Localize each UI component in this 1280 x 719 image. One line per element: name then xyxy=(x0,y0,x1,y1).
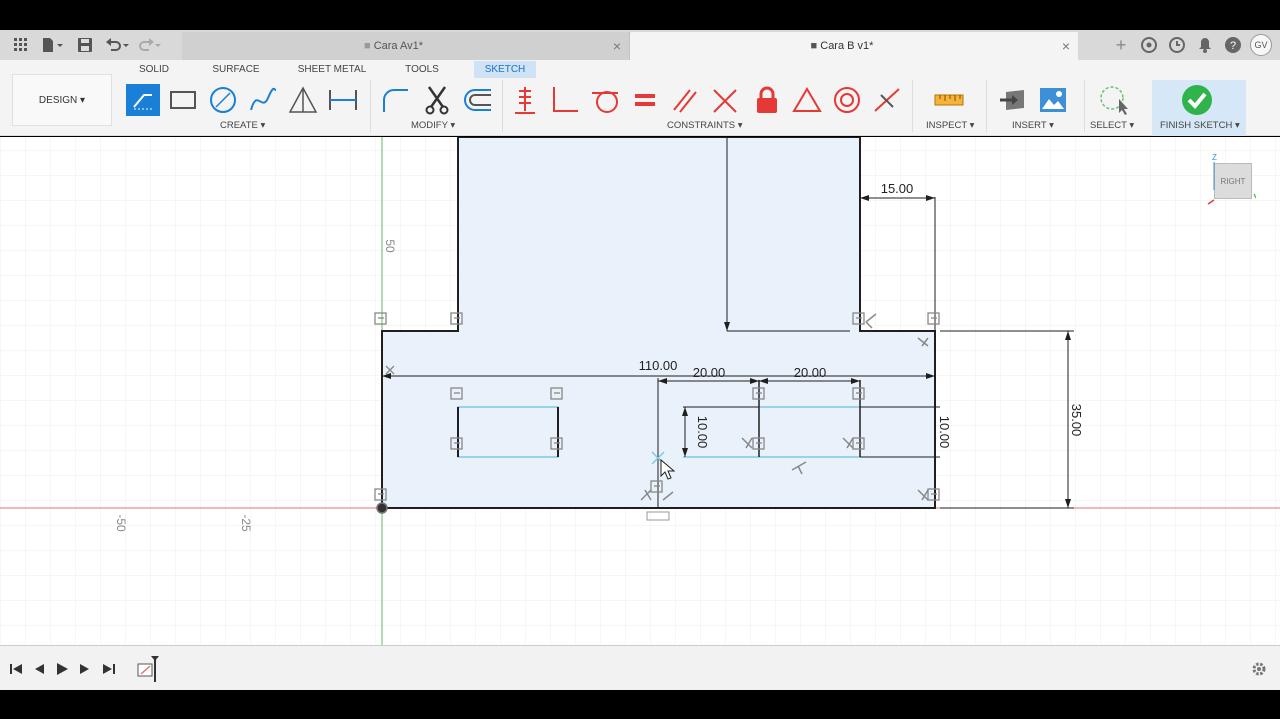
tab-sheet-metal[interactable]: SHEET METAL xyxy=(296,61,368,78)
sketch-canvas[interactable]: 110.00 20.00 20.00 15.00 10.00 10.00 35.… xyxy=(0,137,1280,645)
ruler-label-x-neg50: -50 xyxy=(114,514,128,532)
job-status-icon[interactable] xyxy=(1166,34,1188,56)
toolbar-separator xyxy=(370,80,371,132)
tab-cara-b-label: Cara B v1* xyxy=(820,40,874,52)
help-icon[interactable]: ? xyxy=(1222,34,1244,56)
user-avatar[interactable]: GV xyxy=(1250,34,1272,56)
toolbar-separator xyxy=(502,80,503,132)
tab-cara-a[interactable]: ■ Cara Av1* × xyxy=(182,32,630,60)
undo-icon[interactable] xyxy=(102,32,132,58)
dimension-110-label[interactable]: 110.00 xyxy=(639,358,678,373)
toolbar-separator xyxy=(912,80,913,132)
dimension-20b-label[interactable]: 20.00 xyxy=(794,365,827,380)
tab-tools[interactable]: TOOLS xyxy=(401,61,443,78)
dimension-10b-label[interactable]: 10.00 xyxy=(937,416,952,449)
symmetry-constraint-icon[interactable] xyxy=(790,84,824,116)
ribbon-toolbar: DESIGN ▾ SOLID SURFACE SHEET METAL TOOLS… xyxy=(0,60,1280,136)
trim-tool-icon[interactable] xyxy=(420,84,454,116)
select-group-label[interactable]: SELECT ▾ xyxy=(1090,120,1134,131)
document-icon: ■ xyxy=(363,40,374,52)
grid-menu-icon[interactable] xyxy=(6,32,36,58)
insert-canvas-icon[interactable] xyxy=(1036,84,1070,116)
notifications-icon[interactable] xyxy=(1194,34,1216,56)
save-icon[interactable] xyxy=(70,32,100,58)
workspace-switcher-button[interactable]: DESIGN ▾ xyxy=(12,74,112,126)
line-tool-icon[interactable] xyxy=(126,84,160,116)
toolbar-separator xyxy=(986,80,987,132)
origin-point-icon[interactable] xyxy=(376,502,388,514)
redo-icon[interactable] xyxy=(134,32,164,58)
dimension-15-label[interactable]: 15.00 xyxy=(881,181,914,196)
circle-tool-icon[interactable] xyxy=(206,84,240,116)
dimension-35-label[interactable]: 35.00 xyxy=(1069,404,1084,437)
step-forward-icon[interactable] xyxy=(76,660,94,678)
lock-constraint-icon[interactable] xyxy=(750,84,784,116)
fix-constraint-icon[interactable] xyxy=(508,84,542,116)
parallel-constraint-icon[interactable] xyxy=(668,84,702,116)
title-bar-actions: + ? GV xyxy=(1110,30,1280,60)
go-to-start-icon[interactable] xyxy=(7,660,25,678)
rectangle-tool-icon[interactable] xyxy=(166,84,200,116)
dimension-20a-label[interactable]: 20.00 xyxy=(693,365,726,380)
constraints-group-label[interactable]: CONSTRAINTS ▾ xyxy=(667,120,743,131)
fillet-tool-icon[interactable] xyxy=(378,84,412,116)
finish-sketch-icon[interactable] xyxy=(1180,84,1214,116)
file-menu-icon[interactable] xyxy=(38,32,68,58)
toolbar-separator xyxy=(1084,80,1085,132)
timeline-sketch-feature-icon[interactable] xyxy=(136,654,162,684)
go-to-end-icon[interactable] xyxy=(100,660,118,678)
concentric-constraint-icon[interactable] xyxy=(830,84,864,116)
tab-surface[interactable]: SURFACE xyxy=(209,61,263,78)
new-tab-icon[interactable]: + xyxy=(1110,34,1132,56)
sketch-viewport[interactable]: 110.00 20.00 20.00 15.00 10.00 10.00 35.… xyxy=(0,137,1280,645)
measure-tool-icon[interactable] xyxy=(932,84,966,116)
step-back-icon[interactable] xyxy=(30,660,48,678)
title-bar: ■ Cara Av1* × ■ Cara B v1* × + ? GV xyxy=(0,30,1280,60)
midpoint-constraint-icon[interactable] xyxy=(870,84,904,116)
timeline-settings-gear-icon[interactable] xyxy=(1250,660,1268,678)
finish-sketch-label[interactable]: FINISH SKETCH ▾ xyxy=(1160,120,1240,131)
dimension-tool-icon[interactable] xyxy=(326,84,360,116)
create-group-label[interactable]: CREATE ▾ xyxy=(220,120,265,131)
inspect-group-label[interactable]: INSPECT ▾ xyxy=(926,120,974,131)
close-tab-icon[interactable]: × xyxy=(1054,38,1078,54)
play-icon[interactable] xyxy=(53,660,71,678)
polygon-tool-icon[interactable] xyxy=(286,84,320,116)
document-icon: ■ xyxy=(810,40,821,52)
perpendicular-constraint-icon[interactable] xyxy=(548,84,582,116)
svg-text:Z: Z xyxy=(1212,153,1217,162)
tab-cara-a-label: Cara Av1* xyxy=(373,40,424,52)
tab-sketch[interactable]: SKETCH xyxy=(474,61,536,78)
viewcube-axes: Z xyxy=(1207,153,1256,205)
dimension-10a-label[interactable]: 10.00 xyxy=(695,416,710,449)
insert-group-label[interactable]: INSERT ▾ xyxy=(1012,120,1054,131)
extensions-icon[interactable] xyxy=(1138,34,1160,56)
ruler-label-y-50: 50 xyxy=(383,239,397,253)
select-tool-icon[interactable] xyxy=(1096,84,1130,116)
tab-solid[interactable]: SOLID xyxy=(136,61,172,78)
svg-text:?: ? xyxy=(1230,40,1236,52)
tangent-constraint-icon[interactable] xyxy=(588,84,622,116)
insert-derive-icon[interactable] xyxy=(996,84,1030,116)
offset-tool-icon[interactable] xyxy=(460,84,494,116)
equal-constraint-icon[interactable] xyxy=(628,84,662,116)
quick-access-toolbar xyxy=(0,30,164,60)
tab-cara-b[interactable]: ■ Cara B v1* × xyxy=(630,32,1078,60)
ruler-label-x-neg25: -25 xyxy=(239,514,253,532)
modify-group-label[interactable]: MODIFY ▾ xyxy=(411,120,455,131)
coincident-constraint-icon[interactable] xyxy=(708,84,742,116)
close-tab-icon[interactable]: × xyxy=(605,38,629,54)
spline-tool-icon[interactable] xyxy=(246,84,280,116)
timeline-bar xyxy=(0,645,1280,690)
